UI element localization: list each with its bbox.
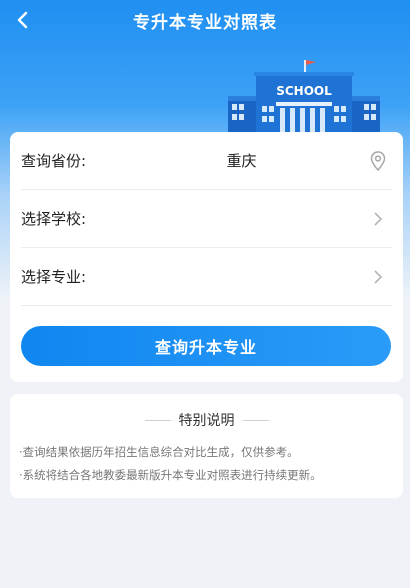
note-item: ·系统将结合各地教委最新版升本专业对照表进行持续更新。: [19, 468, 322, 482]
chevron-left-icon: [17, 11, 28, 29]
notes-title: 特别说明: [178, 413, 235, 429]
school-sign: SCHOOL: [276, 84, 332, 98]
chevron-right-icon: [368, 266, 388, 288]
location-pin-icon: [368, 150, 388, 172]
province-label: 查询省份:: [21, 152, 87, 170]
notes-header: 特别说明: [10, 412, 403, 429]
notes-card: 特别说明 ·查询结果依据历年招生信息综合对比生成，仅供参考。 ·系统将结合各地教…: [10, 394, 403, 498]
school-selector[interactable]: 选择学校:: [21, 190, 392, 248]
province-value: 重庆: [226, 152, 257, 170]
nav-bar: 专升本专业对照表: [0, 0, 410, 40]
query-form-card: 查询省份: 重庆 选择学校: 选择专业: 查询升本专业: [10, 132, 403, 382]
divider: [242, 419, 269, 421]
province-selector[interactable]: 查询省份: 重庆: [21, 132, 392, 190]
note-item: ·查询结果依据历年招生信息综合对比生成，仅供参考。: [19, 445, 299, 459]
query-button[interactable]: 查询升本专业: [21, 326, 391, 366]
divider: [144, 419, 171, 421]
school-label: 选择学校:: [21, 210, 87, 228]
major-selector[interactable]: 选择专业:: [21, 248, 392, 306]
school-building-illustration: SCHOOL: [228, 60, 380, 136]
chevron-right-icon: [368, 208, 388, 230]
major-label: 选择专业:: [21, 268, 87, 286]
page-title: 专升本专业对照表: [133, 12, 277, 33]
back-button[interactable]: [10, 6, 34, 34]
